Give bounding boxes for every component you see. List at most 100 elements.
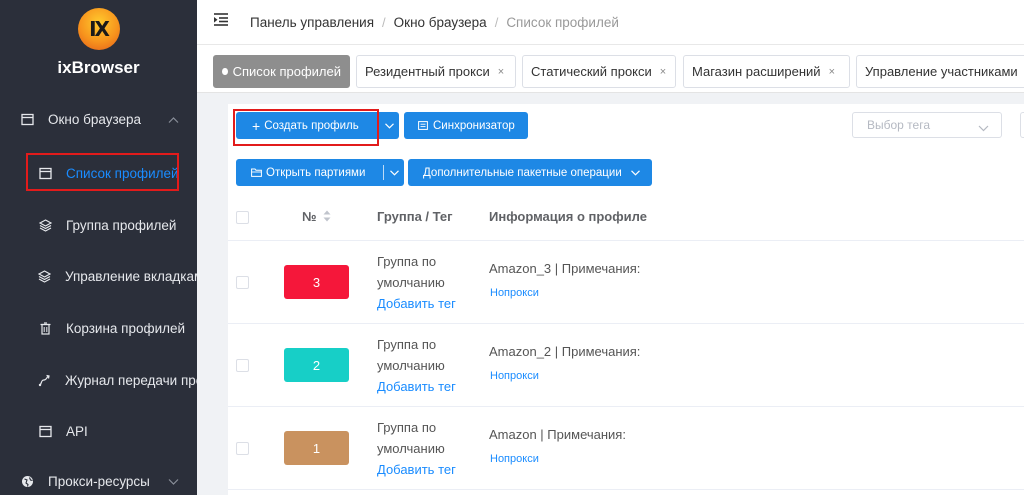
window-icon (20, 112, 34, 126)
tab-label: Резидентный прокси (365, 64, 490, 79)
sync-icon (418, 121, 428, 130)
tab-profile-list[interactable]: Список профилей (213, 55, 350, 88)
synchronizer-label: Синхронизатор (433, 119, 515, 132)
row-checkbox[interactable] (236, 442, 249, 455)
profile-info-text: Amazon | Примечания: (489, 427, 626, 442)
tab-residential-proxy[interactable]: Резидентный прокси × (356, 55, 516, 88)
sidebar-item-label: API (66, 423, 88, 439)
column-header-profile-info: Информация о профиле (489, 209, 647, 224)
sort-icon[interactable] (323, 210, 331, 225)
proxy-link[interactable]: Нопрокси (490, 370, 539, 382)
add-tag-link[interactable]: Добавить тег (377, 376, 456, 397)
tab-extension-store[interactable]: Магазин расширений × (683, 55, 850, 88)
tab-label: Список профилей (232, 64, 341, 79)
proxy-link[interactable]: Нопрокси (490, 453, 539, 465)
close-icon[interactable]: × (660, 66, 666, 78)
sidebar-item-api[interactable]: API (0, 411, 197, 451)
open-batch-button[interactable]: Открыть партиями (236, 159, 383, 186)
table-row[interactable]: 2 Группа по умолчанию Добавить тег Amazo… (228, 324, 1024, 407)
tab-label: Магазин расширений (692, 64, 821, 79)
create-profile-dropdown[interactable] (379, 112, 399, 139)
row-checkbox[interactable] (236, 359, 249, 372)
tag-select[interactable]: Выбор тега (852, 112, 1002, 138)
transfer-icon (38, 373, 51, 387)
batch-operations-button[interactable]: Дополнительные пакетные операции (408, 159, 652, 186)
group-cell: Группа по умолчанию Добавить тег (377, 251, 456, 314)
tab-member-management[interactable]: Управление участниками (856, 55, 1024, 88)
sidebar-item-label: Корзина профилей (66, 320, 186, 336)
profile-number-badge[interactable]: 3 (284, 265, 349, 299)
logo: IX ixBrowser (0, 8, 197, 78)
table-row[interactable]: 1 Группа по умолчанию Добавить тег Amazo… (228, 407, 1024, 490)
group-name-line: умолчанию (377, 441, 445, 456)
chevron-up-icon (168, 112, 179, 127)
sidebar-item-label: Группа профилей (66, 217, 177, 233)
sidebar-item-label: Окно браузера (48, 111, 142, 127)
sidebar-item-proxy-resources[interactable]: Прокси-ресурсы (0, 461, 197, 495)
main-content: + Создать профиль Синхронизатор Выбор те… (228, 104, 1024, 495)
trash-icon (38, 321, 52, 335)
top-header: Панель управления / Окно браузера / Спис… (197, 0, 1024, 45)
close-icon[interactable]: × (829, 66, 835, 78)
open-batch-dropdown[interactable] (384, 159, 404, 186)
chevron-down-icon (384, 120, 394, 132)
tab-label: Статический прокси (531, 64, 652, 79)
add-tag-link[interactable]: Добавить тег (377, 459, 456, 480)
add-tag-link[interactable]: Добавить тег (377, 293, 456, 314)
profile-number-badge[interactable]: 2 (284, 348, 349, 382)
synchronizer-button[interactable]: Синхронизатор (404, 112, 528, 139)
group-cell: Группа по умолчанию Добавить тег (377, 334, 456, 397)
secondary-select[interactable] (1020, 112, 1024, 138)
layers-icon (38, 218, 52, 232)
menu-collapse-icon[interactable] (214, 13, 229, 31)
close-icon[interactable]: × (498, 66, 504, 78)
chevron-down-icon (168, 474, 179, 489)
profile-number-badge[interactable]: 1 (284, 431, 349, 465)
sidebar-item-label: Управление вкладками (65, 268, 197, 284)
group-name-line: умолчанию (377, 358, 445, 373)
column-header-group-tag: Группа / Тег (377, 209, 453, 224)
group-cell: Группа по умолчанию Добавить тег (377, 417, 456, 480)
globe-icon (20, 474, 34, 488)
open-batch-button-group: Открыть партиями (236, 159, 404, 186)
active-dot-icon (222, 68, 228, 75)
batch-operations-label: Дополнительные пакетные операции (423, 166, 622, 179)
sidebar-item-profile-group[interactable]: Группа профилей (0, 205, 197, 245)
sidebar-item-transfer-log[interactable]: Журнал передачи профилей (0, 360, 197, 400)
tag-select-placeholder: Выбор тега (867, 118, 931, 132)
breadcrumb-item[interactable]: Панель управления (250, 15, 374, 30)
sidebar-item-profile-trash[interactable]: Корзина профилей (0, 308, 197, 348)
proxy-link[interactable]: Нопрокси (490, 287, 539, 299)
column-header-number[interactable]: № (302, 209, 317, 224)
table-row[interactable]: 3 Группа по умолчанию Добавить тег Amazo… (228, 241, 1024, 324)
sidebar-item-browser-window[interactable]: Окно браузера (0, 99, 197, 139)
sidebar-item-tab-management[interactable]: Управление вкладками (0, 256, 197, 296)
chevron-down-icon (389, 167, 399, 179)
chevron-down-icon (978, 121, 989, 135)
breadcrumb-item[interactable]: Окно браузера (394, 15, 487, 30)
window-icon (38, 424, 52, 438)
group-name-line: умолчанию (377, 275, 445, 290)
select-all-checkbox[interactable] (236, 211, 249, 224)
tabs-bar: Список профилей Резидентный прокси × Ста… (197, 45, 1024, 93)
sidebar: IX ixBrowser Окно браузера Список профил… (0, 0, 197, 495)
tab-label: Управление участниками (865, 64, 1018, 79)
group-name-line: Группа по (377, 420, 437, 435)
sidebar-item-label: Журнал передачи профилей (65, 372, 197, 388)
group-name-line: Группа по (377, 254, 437, 269)
profile-info-text: Amazon_3 | Примечания: (489, 261, 641, 276)
folder-open-icon (251, 168, 262, 177)
row-checkbox[interactable] (236, 276, 249, 289)
breadcrumb-separator: / (382, 14, 386, 30)
highlight-annotation (233, 109, 379, 146)
tab-static-proxy[interactable]: Статический прокси × (522, 55, 676, 88)
chevron-down-icon (630, 169, 640, 176)
breadcrumb: Панель управления / Окно браузера / Спис… (250, 15, 619, 30)
table-header: № Группа / Тег Информация о профиле (228, 194, 1024, 241)
group-name-line: Группа по (377, 337, 437, 352)
breadcrumb-separator: / (494, 14, 499, 30)
layers-icon (38, 269, 51, 283)
app-name: ixBrowser (57, 58, 140, 77)
sidebar-item-label: Прокси-ресурсы (48, 473, 150, 489)
profile-info-text: Amazon_2 | Примечания: (489, 344, 641, 359)
